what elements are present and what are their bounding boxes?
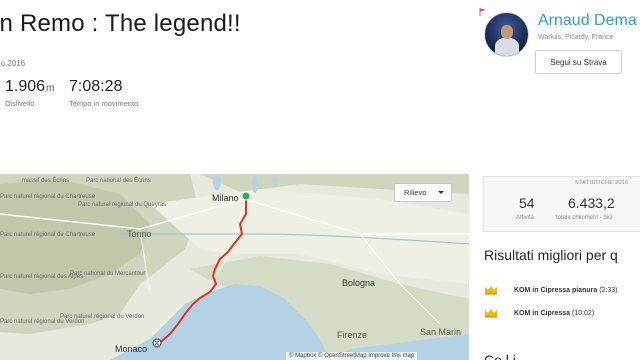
map-label-torino: Torino	[127, 229, 152, 239]
crown-icon	[485, 309, 497, 318]
map-label-park-1: massif des Écrins	[22, 178, 70, 184]
kom-time: (2:33)	[599, 286, 618, 294]
elevation-unit: m	[46, 83, 55, 94]
moving-time-value: 7:08:28	[69, 78, 123, 95]
start-marker	[241, 191, 251, 201]
map-label-san-marino: San Marin	[420, 327, 462, 337]
activities-label: Attività	[516, 215, 535, 221]
avatar-body	[495, 38, 519, 56]
map-label-bologna: Bologna	[342, 278, 376, 288]
athlete-name-link[interactable]: Arnaud Dema	[538, 12, 637, 30]
map-label-park-5: Parc naturel régional de Chartreuse	[0, 232, 96, 238]
moving-time-stat: 7:08:28 Tempo in movimento	[69, 78, 138, 108]
map-label-park-4: Parc naturel régional du Queyras	[78, 202, 167, 208]
activity-date: rzo 2016	[0, 59, 26, 68]
follow-on-strava-button[interactable]: Segui su Strava	[535, 50, 622, 74]
map-style-dropdown[interactable]: Rilievo	[394, 183, 452, 202]
avatar-face	[501, 25, 513, 39]
best-results-title: Risultati migliori per q	[484, 247, 618, 263]
map-label-park-7: Parc naturel régional des Alpes	[0, 274, 84, 280]
map-style-label: Rilievo	[404, 188, 427, 197]
crown-icon	[485, 286, 497, 295]
avatar[interactable]	[484, 12, 529, 57]
map-label-park-2: Parc national des Écrins	[86, 178, 151, 184]
kom-time: (10:02)	[571, 309, 595, 317]
total-km-label: totale chilometri - bici	[556, 215, 613, 221]
athlete-stats-title: STATISTICHE 2016	[575, 180, 629, 186]
map-label-park-8: Parc naturel régional du Verdon	[0, 319, 85, 325]
athlete-location: Warluis, Picardy, France	[538, 34, 614, 41]
elevation-value: 1.906	[5, 78, 46, 95]
map-label-milano: Milano	[212, 193, 239, 203]
map-label-park-3: Parc naturel régional du Chartreuse	[0, 194, 96, 200]
chevron-down-icon	[438, 191, 444, 194]
activity-title: an Remo : The legend!!	[0, 10, 241, 37]
next-section-title: Co l i	[484, 352, 516, 360]
kom-label: KOM in Cipressa pianura	[514, 286, 598, 294]
kom-result-row[interactable]: KOM in Cipressa pianura (2:33)	[484, 285, 618, 295]
elevation-stat: 1.906m Dislivello	[5, 78, 54, 108]
kom-label: KOM in Cipressa	[514, 309, 571, 317]
kom-result-row[interactable]: KOM in Cipressa (10:02)	[484, 308, 594, 318]
activities-count: 54	[519, 195, 535, 211]
total-km-value: 6.433,2	[568, 195, 615, 211]
map-label-monaco: Monaco	[115, 344, 148, 354]
moving-time-label: Tempo in movimento	[69, 99, 139, 108]
elevation-label: Dislivello	[5, 99, 35, 108]
map-label-park-9: Parc naturel régional du Verdon	[60, 314, 145, 320]
flag-icon	[479, 8, 486, 16]
map-label-firenze: Firenze	[337, 330, 368, 340]
map-attribution[interactable]: © Mapbox © OpenStreetMap Improve this ma…	[286, 352, 418, 360]
